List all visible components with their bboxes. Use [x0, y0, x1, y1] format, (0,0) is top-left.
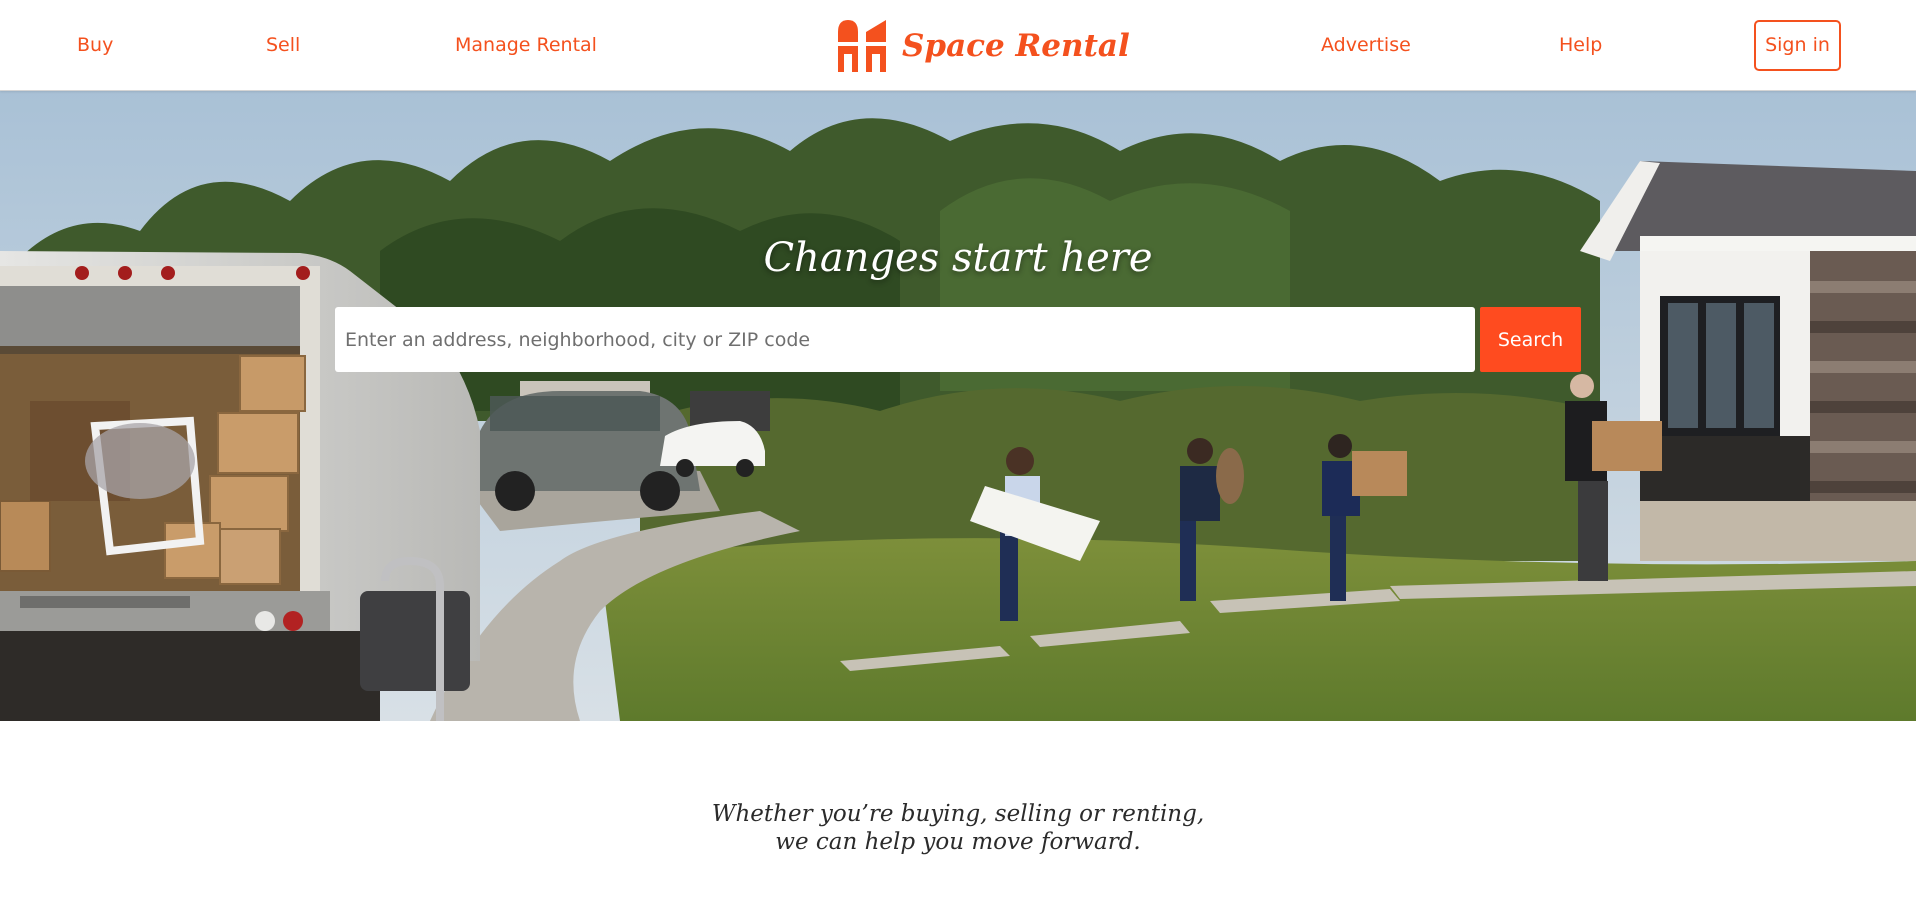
brand-name: Space Rental [902, 28, 1130, 64]
nav-advertise-link[interactable]: Advertise [1321, 32, 1411, 58]
brand-logo[interactable]: Space Rental [838, 20, 1130, 72]
search-button[interactable]: Search [1480, 307, 1581, 372]
nav-manage-rental-link[interactable]: Manage Rental [455, 32, 597, 58]
hero-section: Changes start here Search [0, 91, 1916, 721]
hero-background-photo [0, 91, 1916, 721]
space-rental-logo-icon [838, 20, 886, 72]
tagline: Whether you’re buying, selling or rentin… [0, 800, 1916, 856]
location-search-input[interactable] [335, 307, 1475, 372]
sign-in-button[interactable]: Sign in [1754, 20, 1841, 71]
hero-title: Changes start here [763, 235, 1153, 281]
nav-buy-link[interactable]: Buy [77, 32, 113, 58]
nav-sell-link[interactable]: Sell [266, 32, 300, 58]
site-header: Buy Sell Manage Rental Space Rental Adve… [0, 0, 1916, 91]
nav-help-link[interactable]: Help [1559, 32, 1602, 58]
tagline-line-2: we can help you move forward. [775, 829, 1141, 855]
tagline-line-1: Whether you’re buying, selling or rentin… [711, 801, 1205, 827]
